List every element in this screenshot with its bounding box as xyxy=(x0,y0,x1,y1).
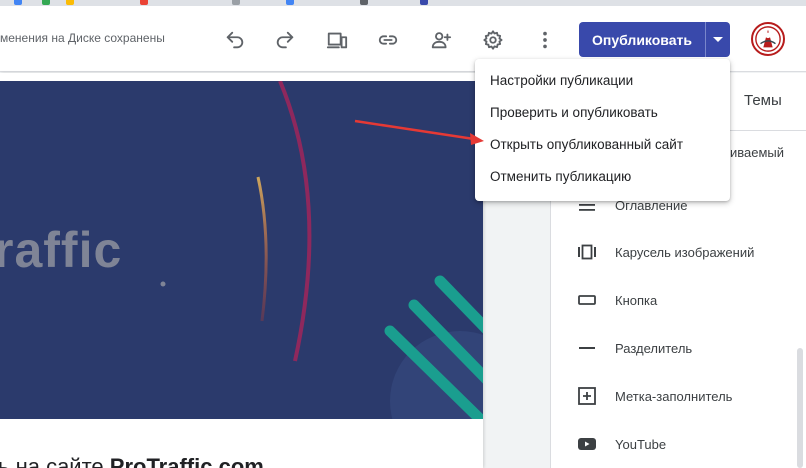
more-options-button[interactable] xyxy=(531,26,559,54)
undo-icon xyxy=(226,31,244,49)
more-vert-icon xyxy=(543,31,547,49)
panel-item-label: Разделитель xyxy=(615,340,693,356)
page-heading: ь на сайте ProTraffic.com xyxy=(0,454,264,468)
link-icon xyxy=(378,35,398,45)
tab-themes[interactable]: Темы xyxy=(744,92,782,109)
panel-item-placeholder[interactable]: Метка-заполнитель xyxy=(576,384,732,408)
redo-icon xyxy=(276,31,294,49)
page-heading-site: ProTraffic.com xyxy=(109,454,264,468)
publish-dropdown-button[interactable] xyxy=(705,22,730,57)
panel-item-label: Метка-заполнитель xyxy=(615,388,733,404)
page-heading-prefix: ь на сайте xyxy=(0,454,110,468)
caret-down-icon xyxy=(713,37,723,42)
youtube-icon xyxy=(576,433,598,455)
menu-item-review-publish[interactable]: Проверить и опубликовать xyxy=(475,96,730,128)
gear-icon xyxy=(483,30,503,50)
save-status-text: менения на Диске сохранены xyxy=(0,31,165,45)
preview-button[interactable] xyxy=(323,26,351,54)
settings-button[interactable] xyxy=(479,26,507,54)
placeholder-icon xyxy=(576,385,598,407)
button-icon xyxy=(576,289,598,311)
page-canvas[interactable]: raffic ь на сайте ProTraffic.com xyxy=(0,73,483,468)
hero-banner[interactable]: raffic xyxy=(0,81,483,419)
menu-item-open-published-site[interactable]: Открыть опубликованный сайт xyxy=(475,128,730,160)
screen: менения на Диске сохранены Опубликовать xyxy=(0,0,806,468)
divider-icon xyxy=(576,337,598,359)
panel-item-label: Кнопка xyxy=(615,292,658,308)
publish-menu: Настройки публикации Проверить и опублик… xyxy=(475,59,730,201)
panel-item-partial[interactable]: иваемый xyxy=(730,145,784,160)
panel-scrollbar[interactable] xyxy=(797,348,803,468)
redo-button[interactable] xyxy=(271,26,299,54)
menu-item-unpublish[interactable]: Отменить публикацию xyxy=(475,160,730,192)
preview-icon xyxy=(326,32,348,49)
panel-item-divider[interactable]: Разделитель xyxy=(576,336,692,360)
carousel-icon xyxy=(576,241,598,263)
publish-button[interactable]: Опубликовать xyxy=(579,22,705,57)
add-person-icon xyxy=(431,32,452,49)
share-button[interactable] xyxy=(427,26,455,54)
menu-item-publish-settings[interactable]: Настройки публикации xyxy=(475,64,730,96)
link-button[interactable] xyxy=(374,26,402,54)
panel-item-carousel[interactable]: Карусель изображений xyxy=(576,240,754,264)
panel-item-label: YouTube xyxy=(615,436,667,452)
avatar[interactable] xyxy=(751,22,785,56)
avatar-logo-icon xyxy=(755,26,781,52)
hero-title: raffic xyxy=(0,222,123,278)
panel-item-label: Карусель изображений xyxy=(615,244,755,260)
undo-button[interactable] xyxy=(221,26,249,54)
publish-button-group: Опубликовать xyxy=(579,22,730,57)
panel-item-button[interactable]: Кнопка xyxy=(576,288,657,312)
panel-item-youtube[interactable]: YouTube xyxy=(576,432,666,456)
